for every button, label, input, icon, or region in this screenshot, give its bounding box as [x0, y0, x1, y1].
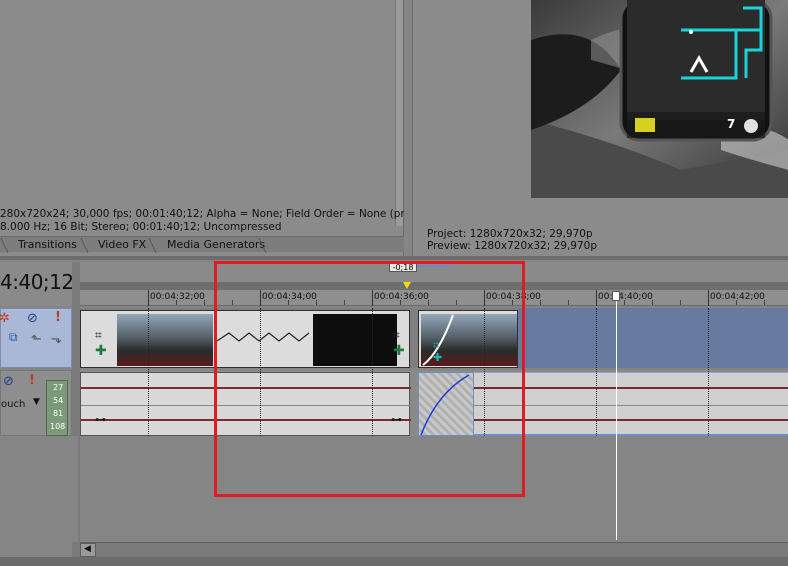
grid-line	[596, 308, 597, 436]
composite-mode-icon[interactable]: ⧉	[9, 331, 18, 344]
meter-tick: 108	[50, 422, 66, 431]
ruler-label: 00:04:40;00	[598, 292, 653, 302]
video-track-header[interactable]: ✲ ⊘ ! ⧉ ⬑ ⬎	[0, 308, 72, 368]
chevron-left-icon: ◀	[84, 544, 91, 554]
playhead-handle[interactable]	[612, 291, 620, 301]
audio-fx-icon[interactable]: ⊶	[95, 413, 106, 426]
crop-icon[interactable]: ⌗	[95, 329, 102, 342]
grid-line	[708, 308, 709, 436]
audio-solo-icon[interactable]: !	[29, 374, 35, 387]
media-audio-info: 8.000 Hz; 16 Bit; Stereo; 00:01:40;12; U…	[0, 221, 282, 233]
scroll-left-button[interactable]: ◀	[80, 543, 96, 557]
solo-icon[interactable]: !	[55, 311, 61, 324]
automation-mode-label[interactable]: ouch	[1, 399, 25, 410]
track-list-empty	[0, 436, 78, 542]
explorer-scrollbar[interactable]	[395, 0, 403, 226]
grid-line	[148, 308, 149, 436]
meter-tick: 81	[53, 409, 64, 418]
hud-number: 7	[727, 117, 736, 131]
media-info: 280x720x24; 30,000 fps; 00:01:40;12; Alp…	[0, 208, 404, 236]
tab-transitions[interactable]: Transitions	[12, 237, 77, 253]
meter-tick: 54	[53, 396, 64, 405]
bottom-bar	[0, 557, 788, 566]
preview-info: Project: 1280x720x32; 29,970p Preview: 1…	[427, 228, 597, 252]
event-fx-icon[interactable]: ✚	[95, 344, 107, 358]
audio-mute-icon[interactable]: ⊘	[3, 375, 14, 388]
audio-level-meter: 27 54 81 108	[46, 380, 68, 436]
timecode-display: 4:40;12	[0, 270, 74, 294]
video-preview-panel: 7 Project: 1280x720x32; 29,970p Preview:…	[412, 0, 788, 256]
preview-image	[531, 0, 788, 198]
ruler-label: 00:04:32;00	[150, 292, 205, 302]
track-fx-icon[interactable]: ✲	[0, 312, 10, 325]
playhead-line[interactable]	[616, 292, 617, 540]
mute-icon[interactable]: ⊘	[27, 312, 38, 325]
video-track-selected-area[interactable]	[518, 308, 788, 368]
tab-media-generators[interactable]: Media Generators	[161, 237, 265, 253]
meter-tick: 27	[53, 383, 64, 392]
preview-quality-info: Preview: 1280x720x32; 29,970p	[427, 240, 598, 252]
ruler-label: 00:04:42;00	[710, 292, 765, 302]
video-thumbnail	[117, 314, 213, 366]
window-tabs: Transitions Video FX Media Generators	[0, 236, 404, 253]
highlight-box	[214, 261, 525, 497]
explorer-panel: 280x720x24; 30,000 fps; 00:01:40;12; Alp…	[0, 0, 404, 256]
parent-track-icon[interactable]: ⬑	[31, 333, 42, 346]
child-track-icon[interactable]: ⬎	[51, 333, 62, 346]
panel-divider[interactable]	[0, 256, 788, 260]
chevron-down-icon[interactable]: ▼	[33, 397, 40, 407]
timeline-horizontal-scrollbar[interactable]	[80, 542, 788, 557]
preview-frame: 7	[531, 0, 788, 198]
tab-video-fx[interactable]: Video FX	[92, 237, 146, 253]
project-info: Project: 1280x720x32; 29,970p	[427, 228, 593, 240]
media-video-info: 280x720x24; 30,000 fps; 00:01:40;12; Alp…	[0, 208, 404, 220]
